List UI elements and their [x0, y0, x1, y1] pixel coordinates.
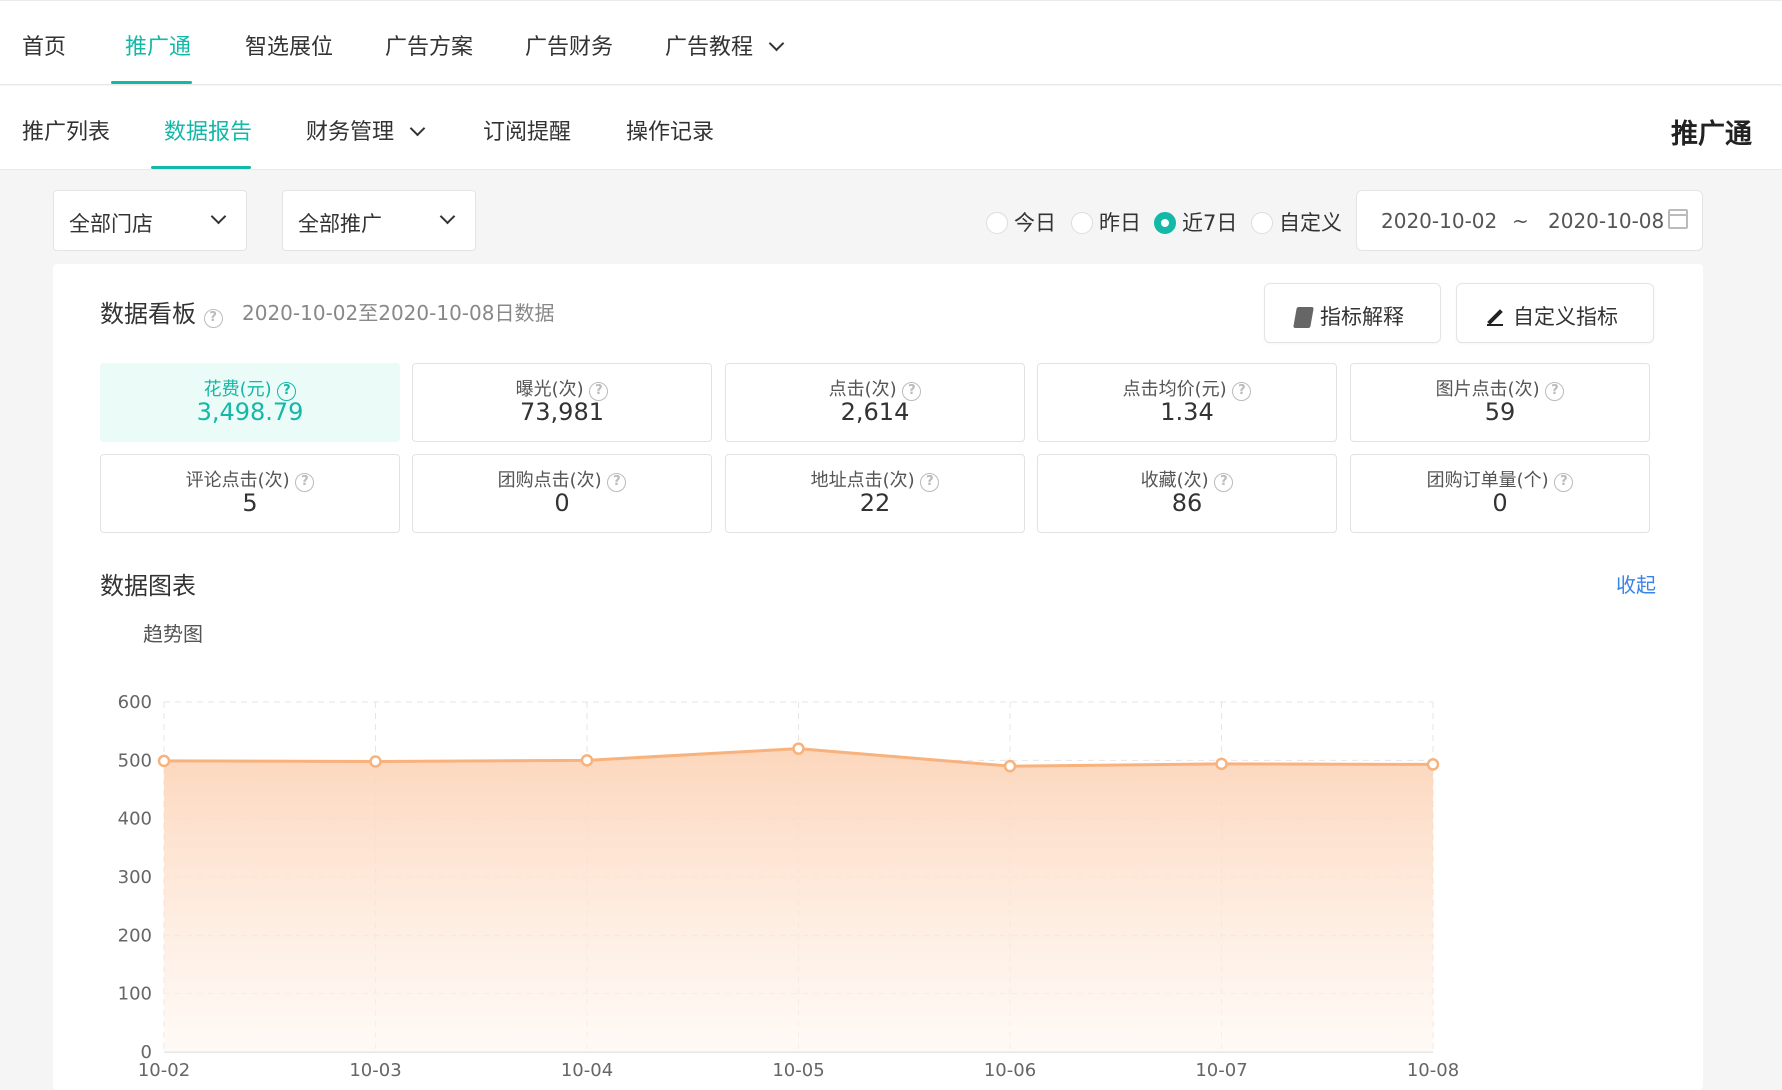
- sub-nav: 推广列表 数据报告 财务管理 订阅提醒 操作记录 推广通: [0, 86, 1782, 170]
- sub-nav-item-operation-log[interactable]: 操作记录: [626, 114, 714, 146]
- promo-select[interactable]: 全部推广: [282, 190, 476, 251]
- y-tick-label: 400: [118, 809, 152, 830]
- data-point: [1426, 758, 1440, 771]
- data-point: [1215, 757, 1228, 771]
- chevron-down-icon: [768, 35, 785, 52]
- top-nav-active-indicator: [111, 81, 192, 84]
- calendar-icon: [1668, 209, 1688, 229]
- radio-circle-icon: [986, 212, 1008, 234]
- sub-nav-item-promo-list[interactable]: 推广列表: [22, 114, 110, 146]
- x-tick-label: 10-08: [1407, 1060, 1459, 1081]
- x-tick-label: 10-02: [138, 1060, 190, 1081]
- top-nav-item-smart-booth[interactable]: 智选展位: [245, 29, 333, 61]
- top-nav-item-ad-tutorial-label: 广告教程: [665, 35, 754, 60]
- radio-today[interactable]: 今日: [986, 207, 1056, 237]
- radio-custom-label: 自定义: [1279, 211, 1342, 235]
- trend-chart: 010020030040050060010-02 10-03 10-04 10-05 1…: [118, 692, 1460, 1081]
- data-point: [157, 754, 171, 768]
- y-tick-label: 600: [118, 692, 152, 713]
- sub-nav-item-finance-label: 财务管理: [306, 120, 395, 145]
- y-tick-label: 300: [118, 867, 152, 888]
- promo-select-value: 全部推广: [298, 212, 382, 236]
- y-tick-label: 200: [118, 925, 152, 946]
- top-nav-item-ad-finance[interactable]: 广告财务: [525, 29, 613, 61]
- sub-nav-active-indicator: [151, 166, 251, 169]
- data-point: [580, 754, 594, 767]
- top-nav-item-home[interactable]: 首页: [22, 29, 66, 61]
- x-tick-label: 10-05: [772, 1060, 824, 1081]
- date-separator: ~: [1512, 209, 1529, 233]
- radio-last-7-days[interactable]: 近7日: [1154, 207, 1237, 237]
- data-point: [1003, 759, 1017, 773]
- top-nav-item-ad-plan[interactable]: 广告方案: [385, 29, 473, 61]
- store-select-value: 全部门店: [69, 212, 153, 236]
- y-tick-label: 100: [118, 984, 152, 1005]
- chevron-down-icon: [409, 120, 426, 137]
- radio-last-7-days-label: 近7日: [1182, 211, 1238, 235]
- x-tick-label: 10-07: [1195, 1060, 1247, 1081]
- date-range-picker[interactable]: 2020-10-02 ~ 2020-10-08: [1356, 190, 1703, 251]
- y-tick-label: 500: [118, 750, 152, 771]
- x-tick-label: 10-03: [349, 1060, 401, 1081]
- data-point: [369, 755, 382, 768]
- radio-yesterday[interactable]: 昨日: [1071, 207, 1141, 237]
- radio-custom[interactable]: 自定义: [1251, 207, 1342, 237]
- date-end: 2020-10-08: [1548, 209, 1665, 233]
- chevron-down-icon: [439, 208, 456, 225]
- data-point: [792, 742, 805, 755]
- date-start: 2020-10-02: [1381, 209, 1498, 233]
- x-tick-label: 10-06: [984, 1060, 1036, 1081]
- top-nav-item-ad-tutorial[interactable]: 广告教程: [665, 29, 785, 61]
- sub-nav-item-finance[interactable]: 财务管理: [306, 114, 426, 146]
- data-panel: 数据看板 ? 2020-10-02至2020-10-08日数据 指标解释 自定义…: [53, 264, 1703, 1090]
- radio-yesterday-label: 昨日: [1099, 211, 1141, 235]
- top-nav: 首页 推广通 智选展位 广告方案 广告财务 广告教程: [0, 0, 1782, 85]
- radio-today-label: 今日: [1014, 211, 1056, 235]
- sub-nav-item-subscription[interactable]: 订阅提醒: [483, 114, 571, 146]
- store-select[interactable]: 全部门店: [53, 190, 247, 251]
- radio-circle-icon: [1251, 212, 1273, 234]
- chevron-down-icon: [210, 208, 227, 225]
- sub-nav-item-data-report[interactable]: 数据报告: [164, 114, 252, 146]
- series-area: [164, 748, 1433, 1052]
- brand-title: 推广通: [1671, 119, 1752, 150]
- top-nav-item-promotion[interactable]: 推广通: [125, 29, 191, 61]
- radio-checked-icon: [1154, 212, 1176, 234]
- x-tick-label: 10-04: [561, 1060, 613, 1081]
- radio-circle-icon: [1071, 212, 1093, 234]
